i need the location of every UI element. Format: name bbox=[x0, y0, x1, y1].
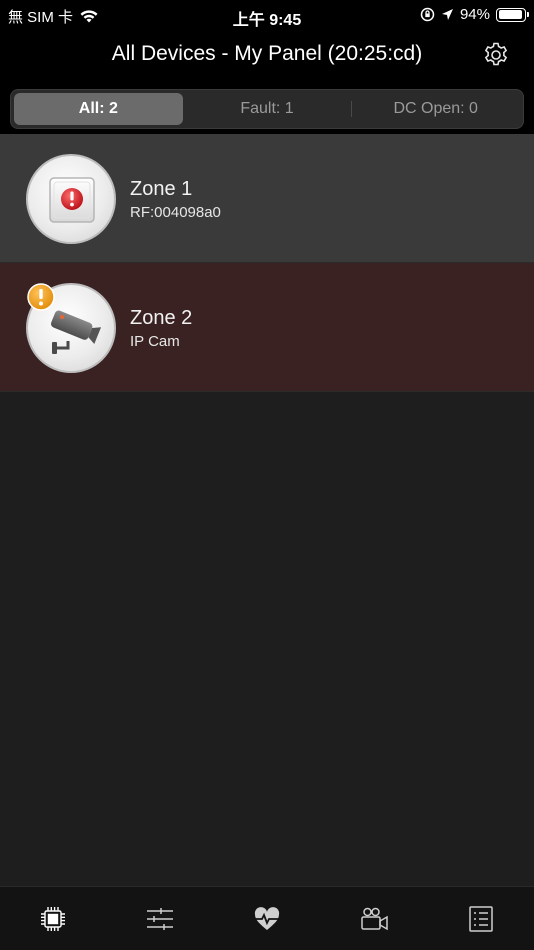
zone-row[interactable]: Zone 1 RF:004098a0 bbox=[0, 134, 534, 263]
filter-all-tab[interactable]: All: 2 bbox=[14, 93, 183, 125]
location-arrow-icon bbox=[441, 9, 453, 20]
filter-bar: All: 2 Fault: 1 DC Open: 0 bbox=[0, 82, 534, 134]
filter-fault-tab[interactable]: Fault: 1 bbox=[183, 93, 352, 125]
status-bar: 無 SIM 卡 上午 9:45 94% bbox=[0, 0, 534, 30]
zone-name: Zone 2 bbox=[130, 307, 193, 329]
zone-list: Zone 1 RF:004098a0 Zone 2 IP Cam bbox=[0, 134, 534, 392]
nav-header: All Devices - My Panel (20:25:cd) bbox=[0, 30, 534, 82]
battery-percent: 94% bbox=[459, 6, 490, 23]
zone-row[interactable]: Zone 2 IP Cam bbox=[0, 263, 534, 392]
battery-icon bbox=[496, 7, 529, 22]
tab-bar bbox=[0, 886, 534, 950]
zone-detail: IP Cam bbox=[130, 333, 180, 350]
segmented-control: All: 2 Fault: 1 DC Open: 0 bbox=[10, 89, 524, 129]
gear-icon[interactable] bbox=[482, 41, 510, 69]
sliders-icon bbox=[147, 907, 174, 930]
zone-icon-circle bbox=[26, 154, 116, 244]
alert-sensor-icon bbox=[49, 177, 95, 223]
status-right: 94% bbox=[420, 6, 529, 23]
warning-badge-icon bbox=[27, 283, 55, 311]
chip-icon bbox=[41, 906, 66, 931]
tab-devices[interactable] bbox=[0, 887, 107, 950]
zone-detail: RF:004098a0 bbox=[130, 204, 221, 221]
tab-events[interactable] bbox=[427, 887, 534, 950]
filter-dc-open-tab[interactable]: DC Open: 0 bbox=[351, 93, 520, 125]
video-camera-icon bbox=[361, 907, 388, 930]
list-icon bbox=[468, 905, 493, 932]
tab-health[interactable] bbox=[214, 887, 321, 950]
zone-name: Zone 1 bbox=[130, 178, 193, 200]
tab-controls[interactable] bbox=[107, 887, 214, 950]
orientation-lock-icon bbox=[420, 7, 435, 22]
tab-video[interactable] bbox=[320, 887, 427, 950]
heartbeat-icon bbox=[254, 906, 280, 930]
page-title: All Devices - My Panel (20:25:cd) bbox=[111, 42, 423, 65]
